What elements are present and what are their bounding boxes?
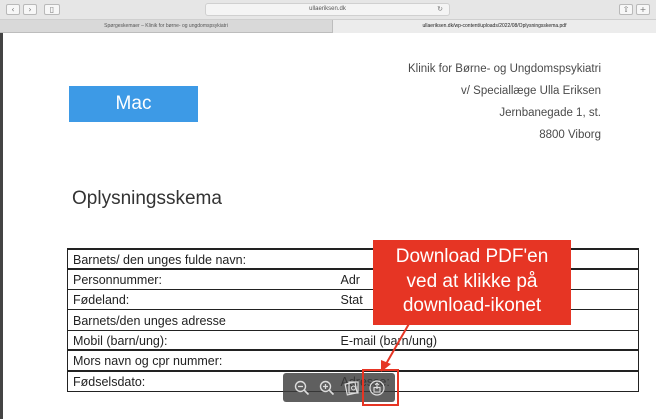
callout-line-1: Download PDF'en xyxy=(395,246,549,267)
download-callout: Download PDF'en ved at klikke på downloa… xyxy=(373,240,571,325)
zoom-out-icon[interactable] xyxy=(294,380,310,396)
callout-line-3: download-ikonet xyxy=(402,295,542,316)
callout-line-2: ved at klikke på xyxy=(406,270,538,292)
open-in-preview-icon[interactable] xyxy=(343,380,360,396)
callout-arrow xyxy=(381,321,411,372)
download-highlight xyxy=(362,369,399,406)
zoom-in-icon[interactable] xyxy=(319,380,335,396)
